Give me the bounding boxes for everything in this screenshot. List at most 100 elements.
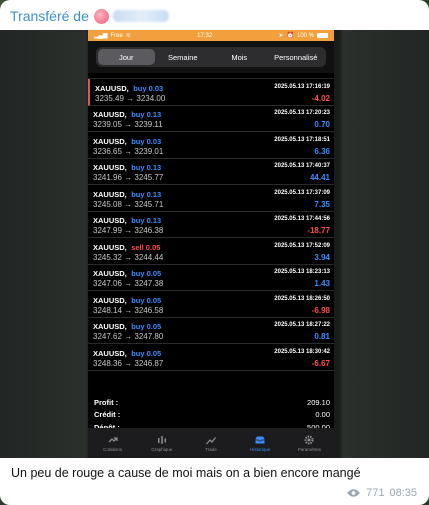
trade-prices: 3241.96 → 3245.77 — [93, 173, 164, 182]
signal-icon: ▂▄▆ — [94, 33, 108, 39]
trade-datetime: 2025.05.13 17:37:09 — [274, 189, 330, 196]
trade-row[interactable]: XAUUSD, buy 0.13 2025.05.13 17:40:37 3241.… — [88, 159, 334, 185]
trade-symbol: XAUUSD, — [93, 242, 127, 252]
trade-datetime: 2025.05.13 18:27:22 — [274, 322, 330, 328]
trade-prices: 3239.05 → 3239.11 — [93, 120, 163, 129]
trade-symbol: XAUUSD, — [93, 216, 127, 225]
tab-jour[interactable]: Jour — [98, 49, 155, 65]
trade-symbol: XAUUSD, — [93, 189, 127, 199]
trade-prices: 3248.14 → 3246.58 — [93, 305, 164, 315]
phone-status-bar: ▂▄▆ Free ≋ 17:32 ➤ ⏰ 100 % — [88, 30, 334, 41]
bottom-tab-label: Graphique — [151, 447, 173, 452]
battery-icon — [317, 33, 328, 38]
trade-row[interactable]: XAUUSD, buy 0.03 2025.05.13 17:16:19 3235.… — [88, 79, 334, 106]
settings-icon — [304, 435, 314, 445]
trade-symbol: XAUUSD, — [93, 348, 127, 358]
trade-row[interactable]: XAUUSD, buy 0.13 2025.05.13 17:20:23 3239.… — [88, 106, 334, 132]
trade-side: buy 0.13 — [131, 163, 162, 172]
quotes-icon — [108, 437, 118, 443]
trade-row[interactable]: XAUUSD, sell 0.05 2025.05.13 17:52:09 3245… — [88, 238, 334, 265]
trade-side: buy 0.03 — [131, 136, 162, 146]
message-bubble[interactable]: Transféré de ▂▄▆ Free ≋ 17:32 ➤ ⏰ 100 % — [0, 0, 429, 505]
trade-profit: 44.41 — [309, 173, 330, 182]
trade-history-list: XAUUSD, buy 0.03 2025.05.13 17:16:19 3235.… — [88, 73, 334, 391]
bottom-tab-historique[interactable]: Historique — [236, 428, 285, 458]
trade-profit: -4.02 — [311, 93, 330, 103]
wifi-icon: ≋ — [125, 33, 131, 39]
bottom-tab-cotations[interactable]: Cotations — [88, 428, 137, 458]
trade-datetime: 2025.05.13 17:52:09 — [274, 242, 330, 249]
summary-value: 209.10 — [307, 397, 330, 407]
trade-prices: 3236.65 → 3239.01 — [93, 146, 164, 156]
trade-side: buy 0.13 — [131, 189, 162, 199]
phone-screenshot: ▂▄▆ Free ≋ 17:32 ➤ ⏰ 100 % Jour Semaine Mo… — [88, 30, 334, 458]
tab-semaine[interactable]: Semaine — [155, 49, 212, 65]
message-caption: Un peu de rouge a cause de moi mais on a… — [11, 466, 361, 480]
trade-row[interactable]: XAUUSD, buy 0.05 2025.05.13 18:23:13 3247.… — [88, 265, 334, 291]
trade-symbol: XAUUSD, — [93, 136, 127, 146]
trade-row[interactable]: XAUUSD, buy 0.13 2025.05.13 17:44:56 3247.… — [88, 212, 334, 238]
trade-datetime: 2025.05.13 18:30:42 — [274, 348, 330, 355]
trade-side: buy 0.03 — [133, 83, 164, 93]
trade-symbol: XAUUSD, — [93, 269, 127, 278]
trade-icon — [206, 437, 216, 445]
trade-symbol: XAUUSD, — [95, 83, 129, 93]
status-time: 17:32 — [197, 32, 213, 39]
bottom-tab-bar: Cotations Graphique Trade Historique Paramèt… — [88, 428, 334, 458]
summary-label: Crédit : — [94, 410, 121, 420]
trade-prices: 3248.36 → 3246.87 — [93, 358, 164, 368]
chart-icon — [157, 436, 166, 444]
trade-datetime: 2025.05.13 17:16:19 — [274, 83, 330, 90]
trade-symbol: XAUUSD, — [93, 110, 127, 119]
trade-side: sell 0.05 — [131, 242, 161, 252]
trade-profit: 1.43 — [314, 279, 330, 288]
trade-row[interactable]: XAUUSD, buy 0.05 2025.05.13 18:26:50 3248.… — [88, 291, 334, 318]
bottom-tab-paramètres[interactable]: Paramètres — [285, 428, 334, 458]
bottom-tab-trade[interactable]: Trade — [186, 428, 235, 458]
battery-label: 100 % — [296, 32, 314, 39]
tab-mois[interactable]: Mois — [211, 49, 268, 65]
trade-datetime: 2025.05.13 17:20:23 — [274, 110, 330, 116]
bottom-tab-label: Historique — [250, 447, 271, 452]
period-segmented-control: Jour Semaine Mois Personnalisé — [88, 41, 334, 73]
carrier-label: Free — [110, 32, 123, 39]
bottom-tab-label: Trade — [205, 447, 217, 452]
trade-row[interactable]: XAUUSD, buy 0.05 2025.05.13 18:27:22 3247.… — [88, 318, 334, 344]
trade-side: buy 0.05 — [131, 348, 162, 358]
trade-side: buy 0.13 — [131, 216, 162, 225]
eye-icon — [347, 489, 360, 497]
trade-profit: -6.98 — [311, 305, 330, 315]
bottom-tab-graphique[interactable]: Graphique — [137, 428, 186, 458]
trade-profit: 3.94 — [314, 252, 330, 262]
alarm-icon: ⏰ — [286, 33, 294, 39]
trade-datetime: 2025.05.13 18:26:50 — [274, 295, 330, 302]
sender-name-blurred[interactable] — [112, 10, 169, 22]
location-icon: ➤ — [278, 33, 284, 39]
trade-side: buy 0.05 — [131, 295, 162, 305]
trade-side: buy 0.13 — [131, 110, 162, 119]
trade-datetime: 2025.05.13 17:44:56 — [274, 216, 330, 222]
trade-datetime: 2025.05.13 17:18:51 — [274, 136, 330, 143]
trade-row[interactable]: XAUUSD, buy 0.03 2025.05.13 17:18:51 3236.… — [88, 132, 334, 159]
trade-symbol: XAUUSD, — [93, 163, 127, 172]
trade-prices: 3245.32 → 3244.44 — [93, 252, 164, 262]
bottom-tab-label: Paramètres — [297, 447, 322, 452]
summary-row: Crédit : 0.00 — [94, 409, 330, 422]
trade-row[interactable]: XAUUSD, buy 0.05 2025.05.13 18:30:42 3248.… — [88, 344, 334, 371]
trade-profit: 0.70 — [314, 120, 330, 129]
trade-datetime: 2025.05.13 17:40:37 — [274, 163, 330, 169]
trade-row[interactable]: XAUUSD, buy 0.13 2025.05.13 17:37:09 3245.… — [88, 185, 334, 212]
trade-prices: 3247.06 → 3247.38 — [93, 279, 164, 288]
forwarded-header[interactable]: Transféré de — [10, 7, 169, 25]
trade-symbol: XAUUSD, — [93, 322, 127, 331]
sender-avatar[interactable] — [93, 8, 109, 24]
view-count: 771 — [366, 487, 385, 499]
message-meta: 771 08:35 — [346, 487, 417, 499]
trade-profit: 6.36 — [314, 146, 330, 156]
tab-personnalisé[interactable]: Personnalisé — [268, 49, 325, 65]
trade-profit: 0.81 — [314, 332, 330, 341]
screenshot-media[interactable]: ▂▄▆ Free ≋ 17:32 ➤ ⏰ 100 % Jour Semaine Mo… — [0, 30, 429, 458]
trade-prices: 3247.99 → 3246.38 — [93, 226, 164, 235]
trade-profit: 7.35 — [314, 199, 330, 209]
trade-datetime: 2025.05.13 18:23:13 — [274, 269, 330, 275]
